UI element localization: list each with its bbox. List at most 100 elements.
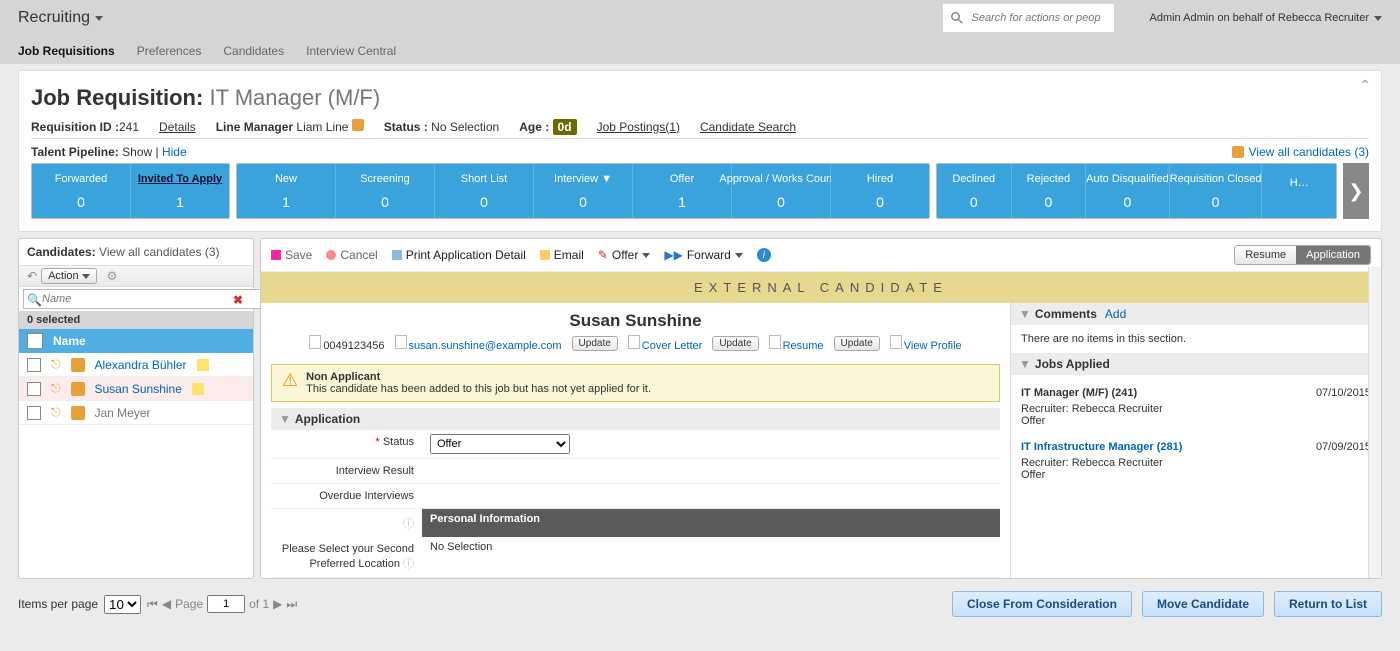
requisition-header-card: ⌃ Job Requisition: IT Manager (M/F) Requ… — [18, 70, 1382, 232]
stage-screening[interactable]: Screening0 — [336, 164, 435, 218]
section-application[interactable]: ▼Application — [271, 408, 1000, 430]
section-comments[interactable]: ▼ Comments Add — [1011, 303, 1381, 325]
select-all-checkbox[interactable] — [27, 333, 43, 349]
column-name[interactable]: Name — [53, 334, 86, 348]
row-checkbox[interactable] — [27, 382, 41, 396]
second-location-value: No Selection — [422, 537, 1000, 577]
form-area: Susan Sunshine 0049123456 susan.sunshine… — [261, 303, 1010, 578]
page-prev[interactable]: ◀ — [162, 597, 171, 611]
pipeline-show[interactable]: Show — [122, 145, 152, 159]
info-icon[interactable]: i — [757, 248, 771, 262]
add-comment-link[interactable]: Add — [1105, 307, 1126, 321]
stage-new[interactable]: New1 — [237, 164, 336, 218]
stage-auto-disqualified[interactable]: Auto Disqualified0 — [1086, 164, 1170, 218]
stage-scroll-next[interactable]: ❯ — [1343, 163, 1369, 219]
candidates-view-all[interactable]: View all candidates (3) — [99, 245, 220, 259]
items-per-page-select[interactable]: 10 — [104, 595, 141, 614]
page-title: Job Requisition: IT Manager (M/F) — [31, 85, 1369, 111]
module-dropdown[interactable]: Recruiting — [18, 9, 103, 27]
pager: ⏮ ◀ Page of 1 ▶ ⏭ — [147, 595, 297, 613]
stage-approval-works-council[interactable]: Approval / Works Council0 — [732, 164, 831, 218]
title-prefix: Job Requisition: — [31, 85, 203, 110]
toggle-application[interactable]: Application — [1296, 246, 1370, 264]
email-button[interactable]: Email — [540, 248, 584, 262]
candidate-rows: ⎋Alexandra Bühler ⎋Susan Sunshine ⎋Jan M… — [19, 353, 253, 425]
side-column: ▼ Comments Add There are no items in thi… — [1010, 303, 1381, 578]
candidate-row[interactable]: ⎋Alexandra Bühler — [19, 353, 253, 377]
tab-job-requisitions[interactable]: Job Requisitions — [18, 44, 115, 64]
page-input[interactable] — [207, 595, 245, 613]
tab-candidates[interactable]: Candidates — [223, 44, 284, 64]
forward-icon: ▶▶ — [664, 248, 682, 262]
view-all-candidates[interactable]: View all candidates (3) — [1232, 145, 1369, 159]
update-cover-button[interactable]: Update — [712, 336, 758, 351]
page-next[interactable]: ▶ — [273, 597, 282, 611]
status-select[interactable]: Offer — [430, 434, 570, 454]
row-checkbox[interactable] — [27, 406, 41, 420]
section-jobs-applied[interactable]: ▼ Jobs Applied — [1011, 353, 1381, 375]
undo-icon[interactable]: ↶ — [27, 269, 37, 283]
gear-icon[interactable]: ⚙ — [107, 269, 118, 283]
candidate-name-cell[interactable]: Jan Meyer — [95, 406, 151, 420]
print-button[interactable]: Print Application Detail — [392, 248, 526, 262]
close-from-consideration-button[interactable]: Close From Consideration — [952, 591, 1132, 617]
global-search[interactable] — [943, 4, 1114, 32]
return-to-list-button[interactable]: Return to List — [1274, 591, 1382, 617]
email-icon — [395, 335, 407, 349]
stage-short-list[interactable]: Short List0 — [435, 164, 534, 218]
stage-invited-to-apply[interactable]: Invited To Apply1 — [131, 164, 229, 218]
chevron-down-icon — [82, 274, 90, 279]
page-first[interactable]: ⏮ — [147, 597, 158, 612]
tab-preferences[interactable]: Preferences — [137, 44, 202, 64]
chevron-down-icon — [642, 253, 650, 258]
candidate-search-link[interactable]: Candidate Search — [700, 120, 796, 134]
move-candidate-button[interactable]: Move Candidate — [1142, 591, 1264, 617]
personal-info-header: Personal Information — [422, 509, 1000, 537]
scrollbar[interactable] — [1368, 267, 1381, 578]
candidate-name-filter[interactable] — [23, 289, 261, 309]
pipeline-hide[interactable]: Hide — [162, 145, 187, 159]
warning-body: This candidate has been added to this jo… — [306, 383, 651, 395]
stage-rejected[interactable]: Rejected0 — [1012, 164, 1087, 218]
global-search-input[interactable] — [969, 11, 1103, 25]
search-icon — [951, 12, 963, 24]
tab-interview-central[interactable]: Interview Central — [306, 44, 396, 64]
details-link[interactable]: Details — [159, 120, 196, 134]
stage-offer[interactable]: Offer1 — [633, 164, 732, 218]
cancel-button[interactable]: Cancel — [326, 248, 377, 262]
email[interactable]: susan.sunshine@example.com — [395, 335, 562, 352]
candidate-row[interactable]: ⎋Jan Meyer — [19, 401, 253, 425]
stage-declined[interactable]: Declined0 — [937, 164, 1012, 218]
second-location-label: Please Select your Second Preferred Loca… — [271, 537, 422, 577]
cover-letter[interactable]: Cover Letter — [628, 335, 703, 352]
job-postings-link[interactable]: Job Postings(1) — [597, 120, 680, 134]
external-candidate-banner: EXTERNAL CANDIDATE — [261, 272, 1381, 303]
candidate-row[interactable]: ⎋Susan Sunshine — [19, 377, 253, 401]
forward-dropdown[interactable]: ▶▶Forward — [664, 248, 742, 262]
candidate-name-cell[interactable]: Alexandra Bühler — [95, 358, 187, 372]
phone: 0049123456 — [309, 335, 384, 352]
global-header: Recruiting Admin Admin on behalf of Rebe… — [0, 0, 1400, 36]
stage-forwarded[interactable]: Forwarded0 — [32, 164, 131, 218]
update-resume-button[interactable]: Update — [834, 336, 880, 351]
resume-application-toggle[interactable]: Resume Application — [1234, 245, 1371, 265]
user-context-dropdown[interactable]: Admin Admin on behalf of Rebecca Recruit… — [1149, 12, 1382, 24]
update-email-button[interactable]: Update — [572, 336, 618, 351]
stage-interview-[interactable]: Interview ▼0 — [534, 164, 633, 218]
collapse-icon[interactable]: ⌃ — [1359, 77, 1371, 94]
row-checkbox[interactable] — [27, 358, 41, 372]
stage-h-[interactable]: H… — [1262, 164, 1336, 218]
view-all-link[interactable]: View all candidates (3) — [1248, 145, 1369, 159]
clear-icon[interactable]: ✖ — [233, 293, 243, 307]
resume[interactable]: Resume — [769, 335, 824, 352]
save-button[interactable]: Save — [271, 248, 312, 262]
offer-icon: ✎ — [598, 248, 608, 262]
offer-dropdown[interactable]: ✎Offer — [598, 248, 651, 262]
stage-hired[interactable]: Hired0 — [831, 164, 929, 218]
stage-requisition-closed[interactable]: Requisition Closed0 — [1170, 164, 1263, 218]
page-last[interactable]: ⏭ — [286, 597, 297, 612]
action-dropdown[interactable]: Action — [41, 268, 97, 284]
toggle-resume[interactable]: Resume — [1235, 246, 1296, 264]
view-profile[interactable]: View Profile — [890, 335, 962, 352]
candidate-name-cell[interactable]: Susan Sunshine — [95, 382, 182, 396]
